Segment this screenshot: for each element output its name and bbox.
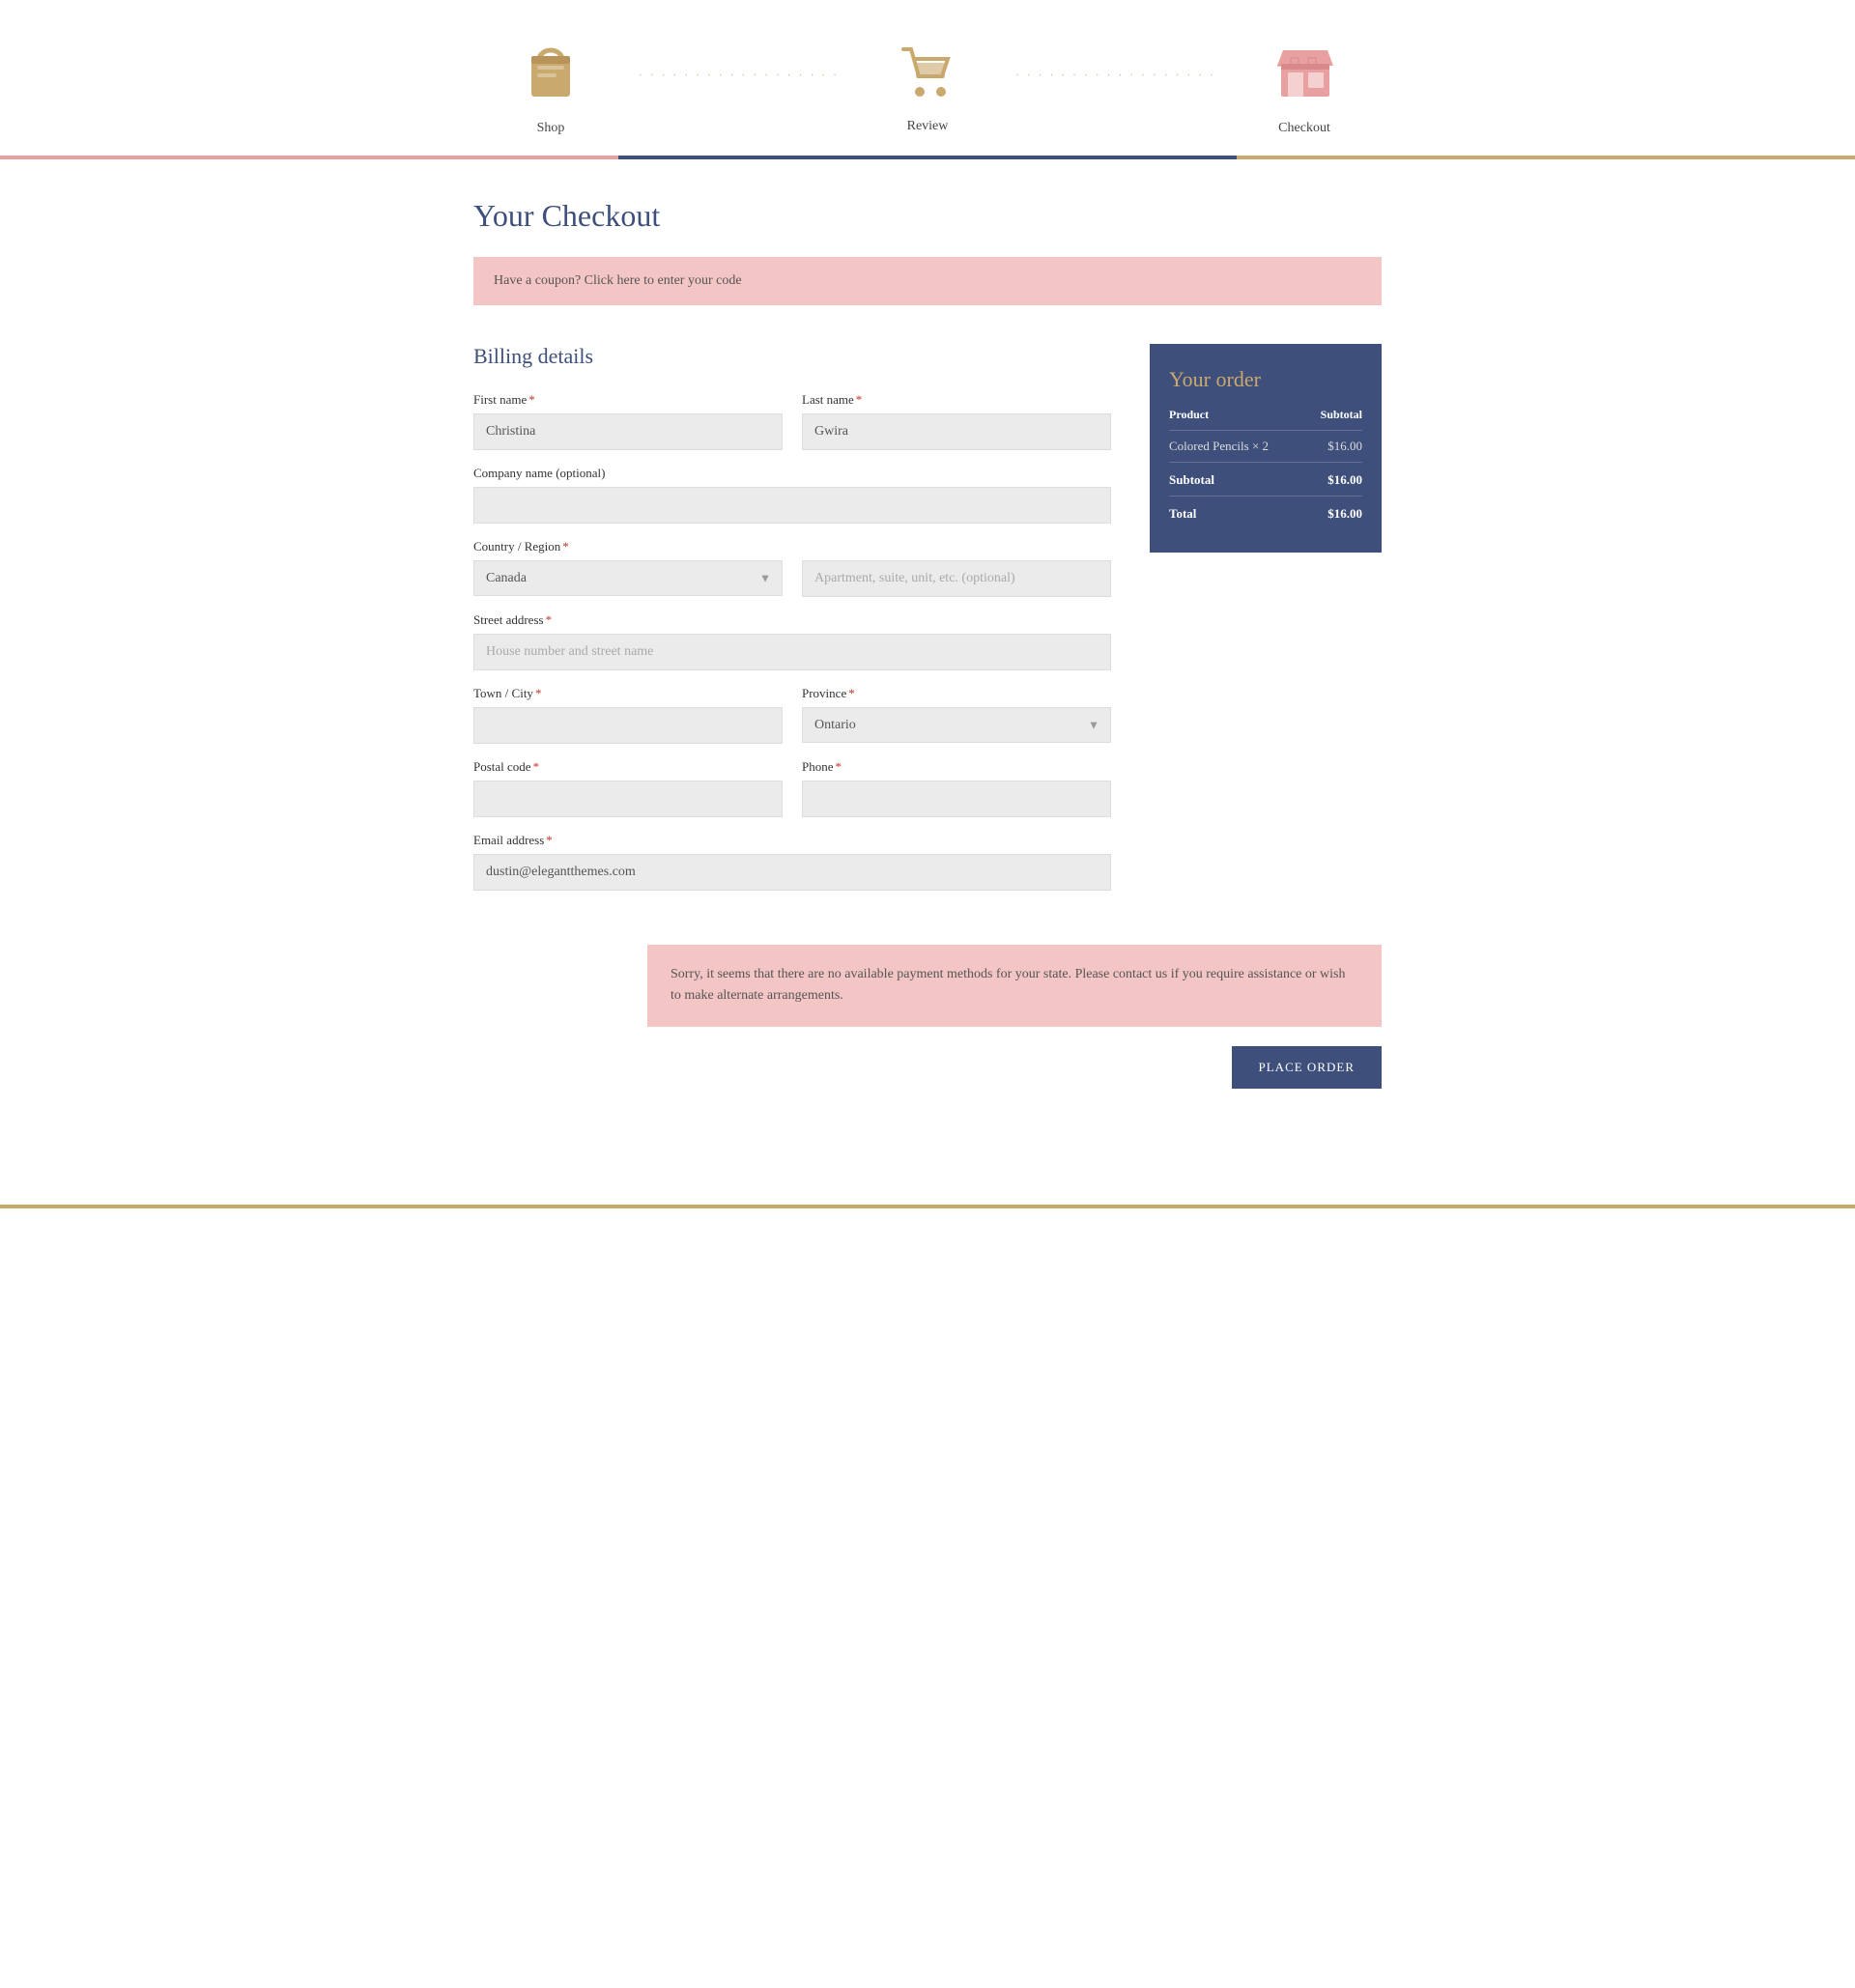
subtotal-value: $16.00: [1305, 463, 1362, 497]
order-table: Product Subtotal Colored Pencils × 2 $16…: [1169, 408, 1362, 529]
store-icon: [1273, 39, 1336, 109]
step-checkout-label: Checkout: [1278, 121, 1330, 136]
progress-pink: [0, 156, 618, 159]
street-input[interactable]: [473, 634, 1111, 670]
step-review[interactable]: Review: [870, 42, 985, 134]
step-review-label: Review: [907, 119, 949, 134]
city-label: Town / City*: [473, 686, 783, 701]
shop-icon: [522, 39, 580, 109]
dots-2: · · · · · · · · · · · · · · · · · ·: [985, 71, 1246, 104]
country-select-wrapper: Canada United States United Kingdom ▼: [473, 560, 783, 596]
province-select[interactable]: Ontario British Columbia Alberta Quebec: [802, 707, 1111, 743]
bottom-gold-line: [0, 1205, 1855, 1208]
phone-label: Phone*: [802, 759, 1111, 775]
company-row: Company name (optional): [473, 466, 1111, 524]
progress-line: [0, 156, 1855, 159]
place-order-row: PLACE ORDER: [473, 1046, 1382, 1089]
required-star-4: *: [546, 612, 553, 627]
phone-input[interactable]: [802, 781, 1111, 817]
progress-blue: [618, 156, 1237, 159]
first-name-input[interactable]: [473, 413, 783, 450]
place-order-button[interactable]: PLACE ORDER: [1232, 1046, 1382, 1089]
total-row: Total $16.00: [1169, 497, 1362, 530]
main-content: Your Checkout Have a coupon? Click here …: [454, 159, 1401, 1147]
first-name-label: First name*: [473, 392, 783, 408]
coupon-banner[interactable]: Have a coupon? Click here to enter your …: [473, 257, 1382, 305]
required-star-3: *: [562, 539, 569, 554]
steps-row: Shop · · · · · · · · · · · · · · · · · ·…: [493, 39, 1362, 136]
cart-icon: [899, 42, 956, 107]
checkout-layout: Billing details First name* Last name*: [473, 344, 1382, 906]
apt-group: [802, 539, 1111, 597]
name-row: First name* Last name*: [473, 392, 1111, 450]
total-value: $16.00: [1305, 497, 1362, 530]
postal-phone-row: Postal code* Phone*: [473, 759, 1111, 817]
street-row: Street address*: [473, 612, 1111, 670]
street-group: Street address*: [473, 612, 1111, 670]
last-name-group: Last name*: [802, 392, 1111, 450]
company-label: Company name (optional): [473, 466, 1111, 481]
required-star-9: *: [546, 833, 553, 847]
subtotal-col-header: Subtotal: [1305, 408, 1362, 431]
step-shop-label: Shop: [537, 121, 565, 136]
product-row: Colored Pencils × 2 $16.00: [1169, 431, 1362, 463]
required-star: *: [528, 392, 535, 407]
province-label: Province*: [802, 686, 1111, 701]
apt-input[interactable]: [802, 560, 1111, 597]
product-name: Colored Pencils × 2: [1169, 431, 1305, 463]
apt-label: [802, 539, 1111, 554]
postal-input[interactable]: [473, 781, 783, 817]
city-province-row: Town / City* Province* Ontario British C…: [473, 686, 1111, 744]
email-input[interactable]: [473, 854, 1111, 891]
province-select-wrapper: Ontario British Columbia Alberta Quebec …: [802, 707, 1111, 743]
phone-group: Phone*: [802, 759, 1111, 817]
email-label: Email address*: [473, 833, 1111, 848]
street-label: Street address*: [473, 612, 1111, 628]
checkout-progress: Shop · · · · · · · · · · · · · · · · · ·…: [0, 0, 1855, 159]
subtotal-label: Subtotal: [1169, 463, 1305, 497]
total-label: Total: [1169, 497, 1305, 530]
required-star-8: *: [836, 759, 842, 774]
required-star-6: *: [848, 686, 855, 700]
city-input[interactable]: [473, 707, 783, 744]
country-group: Country / Region* Canada United States U…: [473, 539, 783, 597]
country-label: Country / Region*: [473, 539, 783, 554]
country-apt-row: Country / Region* Canada United States U…: [473, 539, 1111, 597]
required-star-7: *: [533, 759, 540, 774]
postal-group: Postal code*: [473, 759, 783, 817]
country-select[interactable]: Canada United States United Kingdom: [473, 560, 783, 596]
city-group: Town / City*: [473, 686, 783, 744]
company-input[interactable]: [473, 487, 1111, 524]
company-group: Company name (optional): [473, 466, 1111, 524]
first-name-group: First name*: [473, 392, 783, 450]
product-col-header: Product: [1169, 408, 1305, 431]
email-group: Email address*: [473, 833, 1111, 891]
step-checkout[interactable]: Checkout: [1246, 39, 1362, 136]
payment-notice: Sorry, it seems that there are no availa…: [647, 945, 1382, 1027]
order-title: Your order: [1169, 367, 1362, 392]
required-star-5: *: [535, 686, 542, 700]
billing-section: Billing details First name* Last name*: [473, 344, 1111, 906]
page-title: Your Checkout: [473, 198, 1382, 234]
step-shop[interactable]: Shop: [493, 39, 609, 136]
email-row: Email address*: [473, 833, 1111, 891]
progress-gold: [1237, 156, 1855, 159]
subtotal-row: Subtotal $16.00: [1169, 463, 1362, 497]
order-summary: Your order Product Subtotal Colored Penc…: [1150, 344, 1382, 553]
product-price: $16.00: [1305, 431, 1362, 463]
last-name-input[interactable]: [802, 413, 1111, 450]
province-group: Province* Ontario British Columbia Alber…: [802, 686, 1111, 744]
postal-label: Postal code*: [473, 759, 783, 775]
last-name-label: Last name*: [802, 392, 1111, 408]
dots-1: · · · · · · · · · · · · · · · · · ·: [609, 71, 870, 104]
billing-title: Billing details: [473, 344, 1111, 369]
required-star-2: *: [856, 392, 863, 407]
